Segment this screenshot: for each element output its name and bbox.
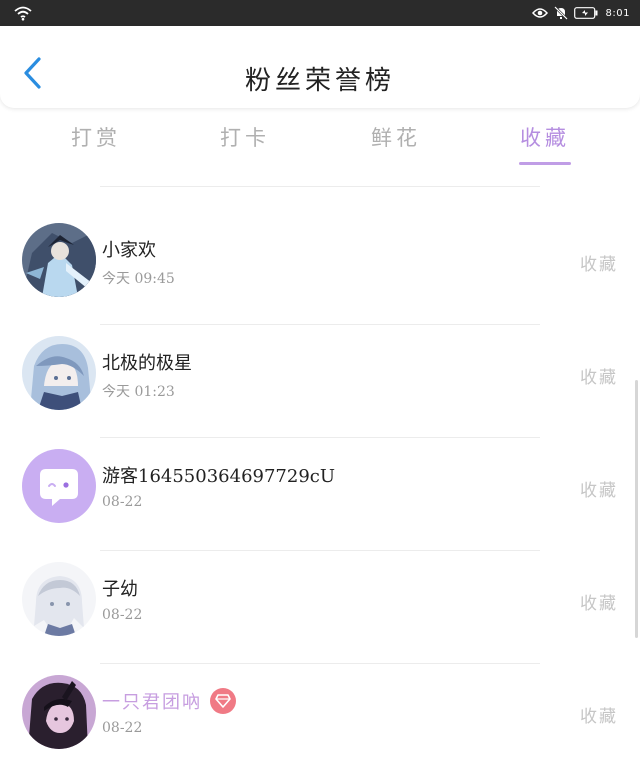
list-item[interactable]: 小家欢 今天 09:45 收藏 [0,212,640,325]
list-item[interactable]: 一只君团吶 08-22 收藏 [0,664,640,777]
user-name-text: 小家欢 [102,240,156,261]
dark-anime-girl-icon [22,675,96,749]
favorite-label: 收藏 [580,707,618,727]
user-name-text: 游客1645503646977​29cU [102,466,336,487]
user-name: 小家欢 [102,236,156,262]
battery-icon [573,7,598,19]
anime-warrior-blue-icon [22,223,96,297]
wifi-icon [14,6,32,21]
diamond-icon [215,694,231,708]
tab-label: 打卡 [220,126,270,150]
user-name: 一只君团吶 [102,688,236,714]
favorite-time: 08-22 [102,607,143,623]
vip-badge [210,688,236,714]
tab-label: 打赏 [71,126,121,150]
anime-girl-blue-hair-icon [22,336,96,410]
favorite-label: 收藏 [580,481,618,501]
mute-bell-icon [553,6,568,20]
eye-icon [531,8,548,18]
favorite-time: 08-22 [102,720,143,736]
status-time: 8:01 [605,7,630,19]
tab-reward[interactable]: 打赏 [56,122,136,152]
user-name-text: 北极的极星 [102,353,192,374]
avatar[interactable] [22,449,96,523]
status-bar: 8:01 [0,0,640,26]
favorite-label: 收藏 [580,255,618,275]
tab-flowers[interactable]: 鲜花 [356,122,436,152]
tab-favorites[interactable]: 收藏 [505,122,585,165]
list-item[interactable]: 游客1645503646977​29cU 08-22 收藏 [0,438,640,551]
favorite-label: 收藏 [580,594,618,614]
tab-label: 收藏 [520,126,570,150]
list-item[interactable]: 子幼 08-22 收藏 [0,551,640,664]
avatar[interactable] [22,223,96,297]
user-name: 北极的极星 [102,349,192,375]
favorite-time: 今天 09:45 [102,271,175,287]
avatar[interactable] [22,562,96,636]
chat-bubble-icon [22,449,96,523]
favorite-time: 08-22 [102,494,143,510]
tab-bar: 打赏 打卡 鲜花 收藏 [0,118,640,168]
list-item[interactable]: 北极的极星 今天 01:23 收藏 [0,325,640,438]
favorite-label: 收藏 [580,368,618,388]
avatar[interactable] [22,675,96,749]
tab-label: 鲜花 [371,126,421,150]
divider [100,186,540,187]
active-tab-indicator [519,162,571,165]
user-name: 游客1645503646977​29cU [102,462,335,488]
user-name-text: 子幼 [102,579,138,600]
scrollbar[interactable] [635,380,638,638]
user-name-text: 一只君团吶 [102,692,202,713]
page-title: 粉丝荣誉榜 [244,66,395,96]
favorite-time: 今天 01:23 [102,384,175,400]
header: 粉丝荣誉榜 [0,26,640,108]
avatar[interactable] [22,336,96,410]
user-name: 子幼 [102,575,138,601]
tab-checkin[interactable]: 打卡 [205,122,285,152]
sketch-girl-icon [22,562,96,636]
